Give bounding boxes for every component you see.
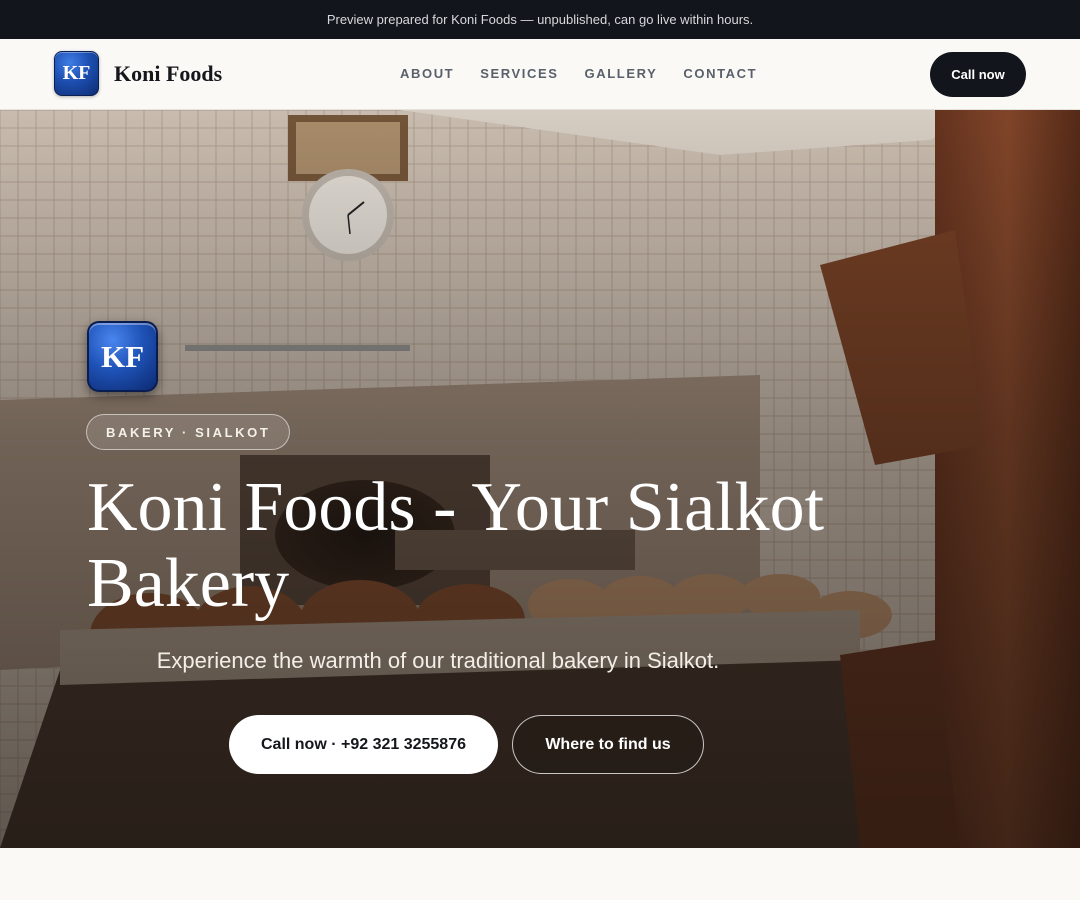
nav-gallery[interactable]: GALLERY (585, 66, 658, 81)
hero-subtitle: Experience the warmth of our traditional… (156, 648, 720, 673)
brand-name: Koni Foods (114, 60, 223, 86)
announcement-bar: Preview prepared for Koni Foods — unpubl… (0, 0, 1080, 39)
nav-contact[interactable]: CONTACT (683, 66, 757, 81)
announcement-text: Preview prepared for Koni Foods — unpubl… (326, 12, 754, 27)
main-nav: ABOUT SERVICES GALLERY CONTACT (400, 66, 783, 81)
logo-badge: KF (54, 51, 99, 96)
hero-section: KF BAKERY · SIALKOT Koni Foods - Your Si… (0, 110, 1080, 848)
hero-category-tag: BAKERY · SIALKOT (86, 414, 291, 450)
hero-logo-badge: KF (87, 321, 158, 392)
nav-about[interactable]: ABOUT (400, 66, 454, 81)
call-now-button[interactable]: Call now (930, 52, 1026, 97)
where-to-find-us-button[interactable]: Where to find us (512, 715, 704, 774)
call-phone-button[interactable]: Call now · +92 321 3255876 (229, 715, 498, 774)
site-header: KF Koni Foods ABOUT SERVICES GALLERY CON… (0, 39, 1080, 110)
logo-initials: KF (62, 62, 91, 84)
brand-link[interactable]: KF Koni Foods (54, 51, 222, 96)
nav-services[interactable]: SERVICES (480, 66, 558, 81)
hero-logo-initials: KF (100, 338, 145, 374)
hero-title: Koni Foods - Your Sialkot Bakery (87, 469, 825, 622)
